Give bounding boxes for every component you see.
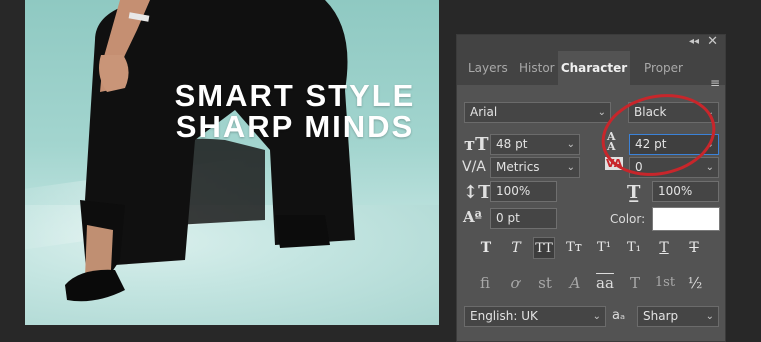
leading-field[interactable]: 42 pt ⌄ [629, 134, 719, 155]
anti-alias-value: Sharp [643, 309, 679, 323]
chevron-down-icon: ⌄ [566, 162, 575, 173]
titling-alternates-button[interactable]: T [623, 271, 647, 295]
kerning-icon: V/A [462, 159, 486, 175]
chevron-down-icon: ⌄ [705, 311, 714, 322]
baseline-shift-field[interactable]: 0 pt [490, 208, 557, 229]
anti-alias-icon: aₐ [612, 308, 626, 323]
fractions-button[interactable]: ½ [683, 271, 707, 295]
subscript-button[interactable]: T₁ [623, 237, 645, 259]
superscript-button[interactable]: T¹ [593, 237, 615, 259]
chevron-down-icon: ⌄ [705, 107, 714, 118]
anti-alias-select[interactable]: Sharp ⌄ [637, 306, 719, 327]
font-size-value: 48 pt [496, 137, 528, 151]
horizontal-scale-field[interactable]: 100% [652, 181, 719, 202]
panel-tabs: Layers Histor Character Proper ≡ [457, 51, 725, 90]
font-style-value: Black [634, 105, 667, 119]
swash-button[interactable]: A [563, 271, 587, 295]
headline-line-2: SHARP MINDS [175, 109, 415, 144]
discretionary-ligatures-button[interactable]: st [533, 271, 557, 295]
chevron-down-icon: ⌄ [566, 139, 575, 150]
stylistic-alternates-button[interactable]: aa [593, 271, 617, 295]
panel-menu-icon[interactable]: ≡ [710, 76, 720, 90]
faux-bold-button[interactable]: T [475, 237, 497, 259]
color-swatch[interactable] [652, 207, 720, 231]
panel-titlebar: ◂◂ ✕ [457, 34, 725, 51]
ordinals-button[interactable]: 1st [653, 271, 677, 295]
tracking-value: 0 [635, 160, 643, 174]
font-style-select[interactable]: Black ⌄ [628, 102, 719, 123]
vertical-scale-icon: ↕T [463, 182, 492, 203]
tab-properties[interactable]: Proper [637, 51, 697, 85]
baseline-shift-icon: Aª [463, 208, 482, 226]
old-style-button[interactable]: ơ [503, 271, 527, 295]
chevron-down-icon: ⌄ [592, 311, 601, 322]
close-icon[interactable]: ✕ [707, 34, 718, 49]
character-panel: ◂◂ ✕ Layers Histor Character Proper ≡ Ar… [456, 34, 726, 342]
font-family-value: Arial [470, 105, 498, 119]
ligatures-button[interactable]: fi [473, 271, 497, 295]
font-size-field[interactable]: 48 pt ⌄ [490, 134, 580, 155]
horizontal-scale-icon: T̲ [627, 182, 641, 203]
faux-italic-button[interactable]: T [505, 237, 527, 259]
headline-text-layer[interactable]: SMART STYLE SHARP MINDS [145, 80, 439, 142]
font-family-select[interactable]: Arial ⌄ [464, 102, 611, 123]
underline-button[interactable]: T [653, 237, 675, 259]
kerning-value: Metrics [496, 160, 540, 174]
chevron-down-icon: ⌄ [705, 162, 714, 173]
language-select[interactable]: English: UK ⌄ [464, 306, 606, 327]
language-value: English: UK [470, 309, 538, 323]
all-caps-button[interactable]: TT [533, 237, 555, 259]
leading-value: 42 pt [635, 137, 667, 151]
leading-icon: AA [607, 130, 616, 153]
chevron-down-icon: ⌄ [597, 107, 606, 118]
vertical-scale-field[interactable]: 100% [490, 181, 557, 202]
document-canvas[interactable]: SMART STYLE SHARP MINDS [25, 0, 439, 325]
tracking-select[interactable]: 0 ⌄ [629, 157, 719, 178]
model-photo [65, 0, 355, 302]
headline-line-1: SMART STYLE [174, 78, 416, 113]
small-caps-button[interactable]: Tт [563, 237, 585, 259]
kerning-select[interactable]: Metrics ⌄ [490, 157, 580, 178]
tracking-icon: VA [605, 157, 624, 170]
chevron-down-icon: ⌄ [705, 139, 714, 150]
tab-layers[interactable]: Layers [461, 51, 517, 85]
font-size-icon: ᴛT [464, 134, 489, 155]
collapse-icon[interactable]: ◂◂ [689, 36, 699, 47]
color-label: Color: [610, 212, 646, 226]
strikethrough-button[interactable]: T [683, 237, 705, 259]
tab-character[interactable]: Character [558, 51, 630, 85]
